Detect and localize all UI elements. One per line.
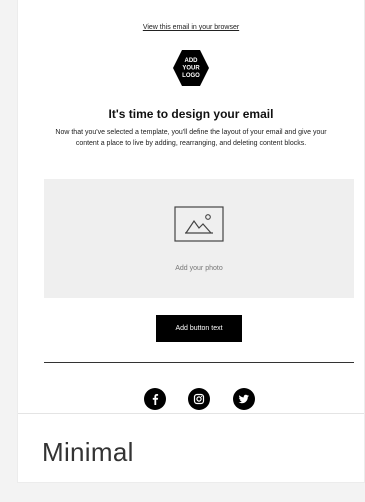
cta-button[interactable]: Add button text <box>156 315 242 342</box>
facebook-icon[interactable] <box>144 388 166 410</box>
photo-label: Add your photo <box>175 265 223 272</box>
photo-placeholder: Add your photo <box>44 179 354 298</box>
divider <box>44 362 354 363</box>
logo-placeholder: ADD YOUR LOGO <box>172 49 210 87</box>
instagram-icon[interactable] <box>188 388 210 410</box>
view-in-browser-link[interactable]: View this email in your browser <box>18 24 364 31</box>
twitter-icon[interactable] <box>233 388 255 410</box>
logo-text-line2: YOUR <box>182 66 200 72</box>
logo-text-line3: LOGO <box>182 73 200 79</box>
email-body-text: Now that you've selected a template, you… <box>55 129 327 147</box>
email-headline: It's time to design your email <box>108 107 274 121</box>
logo-text-line1: ADD <box>185 58 199 64</box>
logo-hexagon-icon: ADD YOUR LOGO <box>173 50 209 86</box>
template-name[interactable]: Minimal <box>42 437 134 468</box>
image-icon <box>174 206 224 242</box>
template-card[interactable]: View this email in your browser ADD YOUR… <box>18 0 364 482</box>
card-separator <box>18 413 364 414</box>
email-preview: View this email in your browser ADD YOUR… <box>18 0 364 413</box>
